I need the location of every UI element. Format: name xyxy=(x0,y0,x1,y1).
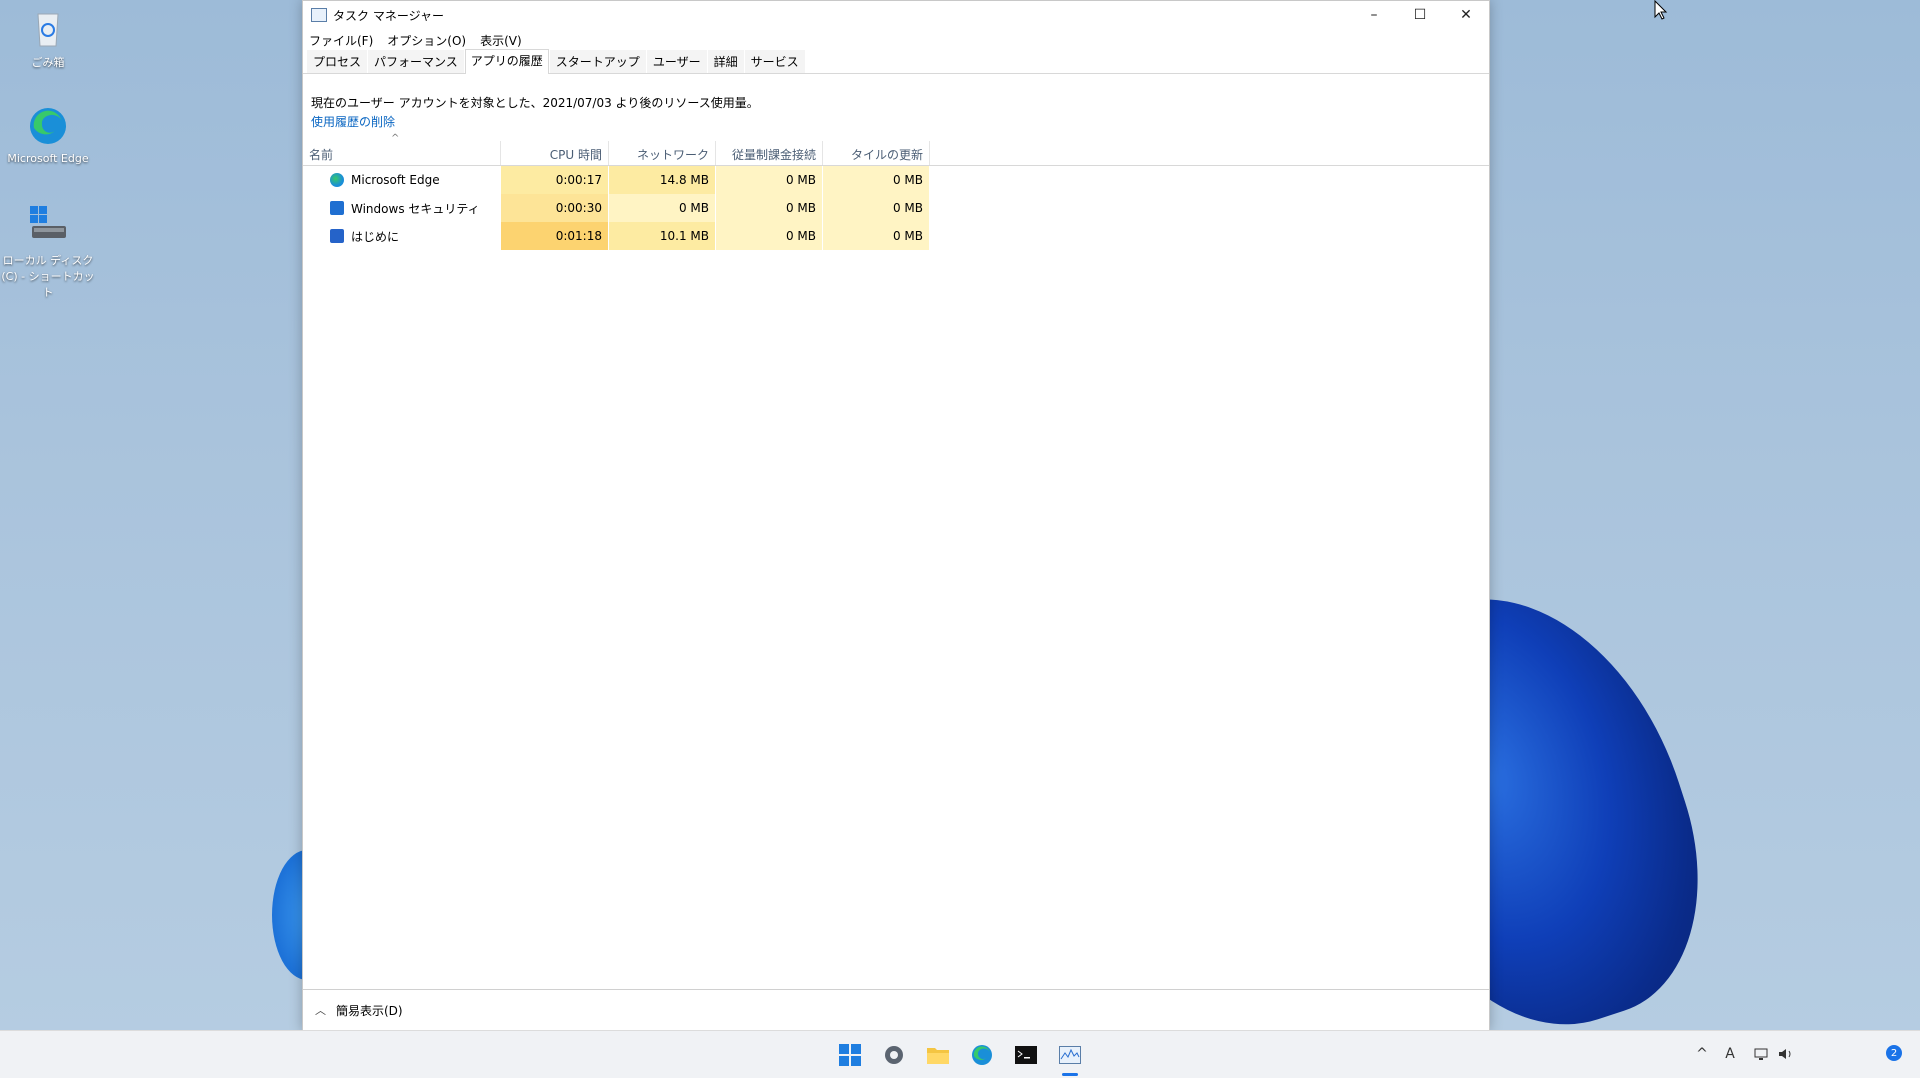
network-icon[interactable] xyxy=(1752,1043,1772,1065)
table-row[interactable]: Microsoft Edge 0:00:17 14.8 MB 0 MB 0 MB xyxy=(303,166,1489,194)
column-header-cpu-time[interactable]: CPU 時間 xyxy=(501,141,609,165)
desktop-icon-edge[interactable]: Microsoft Edge xyxy=(0,104,96,165)
column-header-network[interactable]: ネットワーク xyxy=(609,141,716,165)
close-button[interactable]: ✕ xyxy=(1443,1,1489,29)
minimize-button[interactable]: – xyxy=(1351,1,1397,29)
menu-bar: ファイル(F) オプション(O) 表示(V) xyxy=(303,29,1489,51)
metered-network-cell: 0 MB xyxy=(716,194,823,222)
settings-icon[interactable] xyxy=(882,1043,906,1067)
chevron-up-icon: ︿ xyxy=(315,1004,326,1017)
menu-file[interactable]: ファイル(F) xyxy=(309,32,373,49)
cpu-time-cell: 0:00:30 xyxy=(501,194,609,222)
column-header-tile-updates[interactable]: タイルの更新 xyxy=(823,141,930,165)
edge-icon xyxy=(26,104,70,148)
maximize-button[interactable]: ☐ xyxy=(1397,1,1443,29)
tab-startup[interactable]: スタートアップ xyxy=(549,50,646,73)
task-manager-window: タスク マネージャー – ☐ ✕ ファイル(F) オプション(O) 表示(V) … xyxy=(302,0,1490,1031)
active-app-indicator xyxy=(1062,1073,1078,1076)
tile-updates-cell: 0 MB xyxy=(823,194,930,222)
app-name: Microsoft Edge xyxy=(351,173,440,187)
tab-details[interactable]: 詳細 xyxy=(707,50,744,73)
desktop-icon-label: ごみ箱 xyxy=(31,56,65,69)
windows-security-icon xyxy=(330,201,344,215)
network-cell: 0 MB xyxy=(609,194,716,222)
tab-app-history[interactable]: アプリの履歴 xyxy=(464,49,549,74)
tile-updates-cell: 0 MB xyxy=(823,166,930,194)
tab-performance[interactable]: パフォーマンス xyxy=(368,50,464,73)
table-row[interactable]: はじめに 0:01:18 10.1 MB 0 MB 0 MB xyxy=(303,222,1489,250)
network-cell: 10.1 MB xyxy=(609,222,716,250)
fewer-details-toggle[interactable]: ︿ 簡易表示(D) xyxy=(303,989,1489,1030)
edge-icon[interactable] xyxy=(970,1043,994,1067)
menu-view[interactable]: 表示(V) xyxy=(480,32,522,49)
desktop-icon-recycle-bin[interactable]: ごみ箱 xyxy=(0,6,96,70)
cpu-time-cell: 0:01:18 xyxy=(501,222,609,250)
menu-options[interactable]: オプション(O) xyxy=(387,32,466,49)
edge-icon xyxy=(330,173,344,187)
title-bar[interactable]: タスク マネージャー – ☐ ✕ xyxy=(303,1,1489,29)
fewer-details-label: 簡易表示(D) xyxy=(336,1003,403,1018)
app-name: はじめに xyxy=(351,229,400,244)
ime-indicator[interactable]: A xyxy=(1720,1043,1740,1065)
tile-updates-cell: 0 MB xyxy=(823,222,930,250)
metered-network-cell: 0 MB xyxy=(716,222,823,250)
taskbar: ^ A 2 xyxy=(0,1030,1920,1078)
terminal-icon[interactable] xyxy=(1014,1043,1038,1067)
volume-icon[interactable] xyxy=(1776,1043,1796,1065)
mouse-cursor-icon xyxy=(1654,0,1668,23)
tab-services[interactable]: サービス xyxy=(744,50,805,73)
tab-users[interactable]: ユーザー xyxy=(646,50,707,73)
info-text: 現在のユーザー アカウントを対象とした、2021/07/03 より後のリソース使… xyxy=(311,96,759,110)
drive-shortcut-icon xyxy=(26,204,70,248)
app-history-info: 現在のユーザー アカウントを対象とした、2021/07/03 より後のリソース使… xyxy=(303,74,1489,130)
network-cell: 14.8 MB xyxy=(609,166,716,194)
start-icon[interactable] xyxy=(838,1043,862,1067)
chevron-up-icon[interactable]: ^ xyxy=(1692,1043,1712,1065)
app-history-table: ^ 名前 CPU 時間 ネットワーク 従量制課金接続 タイルの更新 Micros… xyxy=(303,133,1489,250)
recycle-bin-icon xyxy=(26,6,70,50)
task-manager-icon[interactable] xyxy=(1058,1043,1082,1067)
tab-processes[interactable]: プロセス xyxy=(307,50,368,73)
metered-network-cell: 0 MB xyxy=(716,166,823,194)
table-header: ^ 名前 CPU 時間 ネットワーク 従量制課金接続 タイルの更新 xyxy=(303,133,1489,166)
cpu-time-cell: 0:00:17 xyxy=(501,166,609,194)
tab-strip: プロセス パフォーマンス アプリの履歴 スタートアップ ユーザー 詳細 サービス xyxy=(303,49,1489,74)
delete-history-link[interactable]: 使用履歴の削除 xyxy=(311,113,1481,130)
desktop-icon-label: ローカル ディスク (C) - ショートカット xyxy=(1,254,95,299)
app-name: Windows セキュリティ xyxy=(351,201,480,216)
column-header-metered-network[interactable]: 従量制課金接続 xyxy=(716,141,823,165)
desktop-icon-local-disk[interactable]: ローカル ディスク (C) - ショートカット xyxy=(0,204,96,300)
sort-up-icon: ^ xyxy=(391,133,400,144)
desktop-icon-label: Microsoft Edge xyxy=(7,152,89,165)
notification-badge[interactable]: 2 xyxy=(1886,1045,1902,1061)
column-label: 名前 xyxy=(309,148,334,162)
file-explorer-icon[interactable] xyxy=(926,1043,950,1067)
window-title: タスク マネージャー xyxy=(333,8,444,23)
task-manager-icon xyxy=(311,8,327,22)
get-started-icon xyxy=(330,229,344,243)
column-header-name[interactable]: ^ 名前 xyxy=(303,133,501,165)
table-row[interactable]: Windows セキュリティ 0:00:30 0 MB 0 MB 0 MB xyxy=(303,194,1489,222)
